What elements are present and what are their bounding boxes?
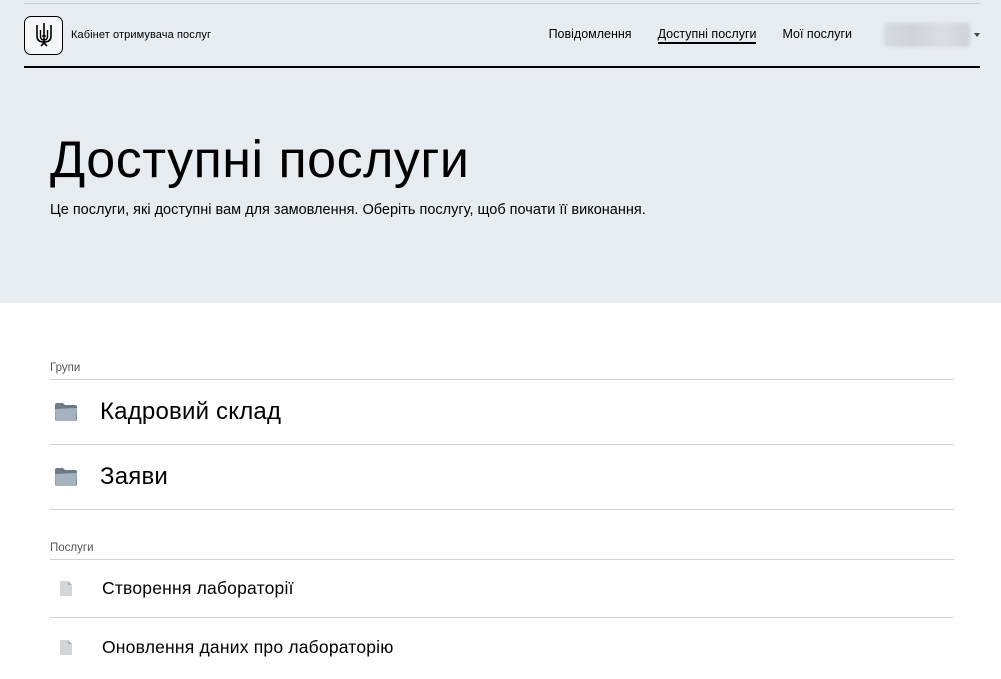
caret-down-icon bbox=[974, 33, 980, 37]
main-content: Групи Кадровий склад Заяви Послуги Створ… bbox=[50, 303, 954, 676]
group-item-staff[interactable]: Кадровий склад bbox=[50, 380, 954, 445]
user-menu[interactable] bbox=[884, 23, 980, 47]
document-icon bbox=[59, 580, 73, 597]
service-item-update-lab[interactable]: Оновлення даних про лабораторію bbox=[50, 618, 954, 676]
nav-item-my-services[interactable]: Мої послуги bbox=[782, 27, 852, 43]
group-item-label: Заяви bbox=[100, 463, 168, 490]
group-item-applications[interactable]: Заяви bbox=[50, 445, 954, 510]
main-nav: Повідомлення Доступні послуги Мої послуг… bbox=[523, 4, 980, 66]
service-item-label: Створення лабораторії bbox=[102, 578, 294, 598]
nav-item-available-services[interactable]: Доступні послуги bbox=[657, 27, 757, 44]
user-name-blurred bbox=[884, 23, 970, 47]
group-item-label: Кадровий склад bbox=[100, 398, 282, 425]
page-subtitle: Це послуги, які доступні вам для замовле… bbox=[50, 202, 646, 218]
hero-section: Кабінет отримувача послуг Повідомлення Д… bbox=[0, 0, 1001, 303]
header: Кабінет отримувача послуг Повідомлення Д… bbox=[24, 4, 980, 68]
nav-item-notifications[interactable]: Повідомлення bbox=[549, 27, 632, 43]
trident-icon bbox=[33, 22, 55, 48]
folder-icon bbox=[54, 467, 78, 487]
services-section-label: Послуги bbox=[50, 542, 954, 560]
service-item-label: Оновлення даних про лабораторію bbox=[102, 636, 394, 657]
page-title: Доступні послуги bbox=[50, 131, 470, 189]
service-item-create-lab[interactable]: Створення лабораторії bbox=[50, 560, 954, 618]
groups-section-label: Групи bbox=[50, 362, 954, 380]
folder-icon bbox=[54, 402, 78, 422]
document-icon bbox=[59, 639, 73, 656]
logo[interactable] bbox=[24, 15, 63, 55]
brand-title: Кабінет отримувача послуг bbox=[71, 29, 212, 41]
